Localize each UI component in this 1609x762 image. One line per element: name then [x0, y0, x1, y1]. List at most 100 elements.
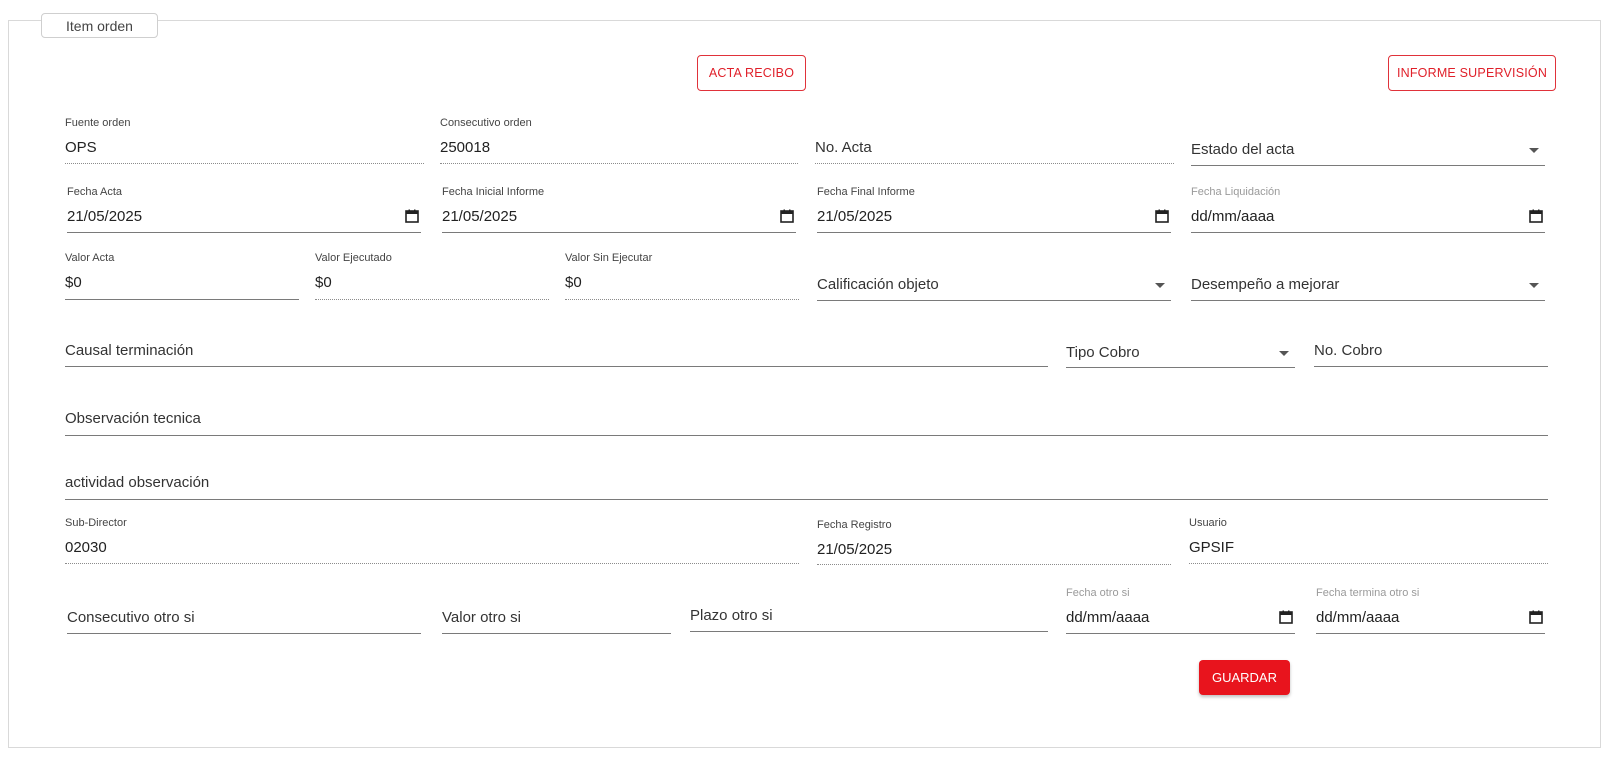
consecutivo-otro-si-field[interactable]: Consecutivo otro si [67, 604, 421, 634]
valor-otro-si-placeholder: Valor otro si [442, 609, 521, 626]
valor-ejecutado-underline [315, 299, 549, 300]
sub-director-value: 02030 [65, 539, 107, 556]
acta-recibo-button[interactable]: ACTA RECIBO [697, 55, 806, 91]
fecha-registro-field[interactable]: Fecha Registro 21/05/2025 [817, 516, 1171, 565]
no-cobro-field[interactable]: No. Cobro [1314, 337, 1548, 367]
fuente-orden-label: Fuente orden [65, 117, 131, 129]
actividad-observacion-field[interactable]: actividad observación [65, 469, 1548, 500]
fecha-inicial-informe-label: Fecha Inicial Informe [442, 186, 545, 198]
calendar-icon[interactable] [1529, 209, 1543, 223]
fecha-final-informe-label: Fecha Final Informe [817, 186, 915, 198]
tipo-cobro-select[interactable]: Tipo Cobro [1066, 339, 1295, 368]
fecha-inicial-informe-value: 21/05/2025 [442, 208, 518, 225]
actividad-observacion-underline [65, 499, 1548, 500]
observacion-tecnica-field[interactable]: Observación tecnica [65, 405, 1548, 436]
fecha-termina-otro-si-value: dd/mm/aaaa [1316, 609, 1400, 626]
valor-acta-value: $0 [65, 274, 82, 291]
causal-terminacion-underline [65, 366, 1048, 367]
sub-director-field[interactable]: Sub-Director 02030 [65, 514, 799, 564]
fecha-inicial-informe-field[interactable]: Fecha Inicial Informe 21/05/2025 [442, 183, 796, 233]
consecutivo-orden-label: Consecutivo orden [440, 117, 532, 129]
valor-ejecutado-value: $0 [315, 274, 332, 291]
tipo-cobro-placeholder: Tipo Cobro [1066, 344, 1140, 361]
plazo-otro-si-placeholder: Plazo otro si [690, 607, 773, 624]
usuario-value: GPSIF [1189, 539, 1235, 556]
consecutivo-otro-si-placeholder: Consecutivo otro si [67, 609, 195, 626]
fuente-orden-underline [65, 163, 424, 164]
consecutivo-orden-field[interactable]: Consecutivo orden 250018 [440, 114, 798, 164]
fecha-otro-si-underline [1066, 633, 1295, 634]
actividad-observacion-placeholder: actividad observación [65, 474, 210, 491]
calendar-icon[interactable] [780, 209, 794, 223]
fuente-orden-value: OPS [65, 139, 97, 156]
calendar-icon[interactable] [1155, 209, 1169, 223]
estado-acta-select[interactable]: Estado del acta [1191, 136, 1545, 166]
no-cobro-underline [1314, 366, 1548, 367]
fecha-otro-si-label: Fecha otro si [1066, 587, 1130, 599]
observacion-tecnica-placeholder: Observación tecnica [65, 410, 201, 427]
chevron-down-icon [1529, 148, 1539, 153]
usuario-field[interactable]: Usuario GPSIF [1189, 514, 1548, 564]
valor-ejecutado-label: Valor Ejecutado [315, 252, 392, 264]
desempeno-mejorar-select[interactable]: Desempeño a mejorar [1191, 271, 1545, 301]
fecha-final-informe-field[interactable]: Fecha Final Informe 21/05/2025 [817, 183, 1171, 233]
fecha-registro-underline [817, 564, 1171, 565]
valor-sin-ejecutar-underline [565, 299, 799, 300]
valor-acta-label: Valor Acta [65, 252, 115, 264]
valor-sin-ejecutar-field[interactable]: Valor Sin Ejecutar $0 [565, 249, 799, 300]
fecha-registro-value: 21/05/2025 [817, 541, 893, 558]
no-acta-placeholder: No. Acta [815, 139, 872, 156]
fecha-inicial-informe-underline [442, 232, 796, 233]
fecha-liquidacion-label: Fecha Liquidación [1191, 186, 1281, 198]
calificacion-objeto-select[interactable]: Calificación objeto [817, 271, 1171, 301]
observacion-tecnica-underline [65, 435, 1548, 436]
chevron-down-icon [1155, 283, 1165, 288]
consecutivo-orden-underline [440, 163, 798, 164]
fieldset-legend: Item orden [41, 13, 158, 38]
fuente-orden-field[interactable]: Fuente orden OPS [65, 114, 424, 164]
fecha-liquidacion-underline [1191, 232, 1545, 233]
valor-acta-field[interactable]: Valor Acta $0 [65, 249, 299, 300]
calendar-icon[interactable] [1279, 610, 1293, 624]
valor-ejecutado-field[interactable]: Valor Ejecutado $0 [315, 249, 549, 300]
fecha-termina-otro-si-label: Fecha termina otro si [1316, 587, 1420, 599]
valor-otro-si-underline [442, 633, 671, 634]
calificacion-objeto-placeholder: Calificación objeto [817, 276, 939, 293]
fecha-final-informe-underline [817, 232, 1171, 233]
valor-sin-ejecutar-label: Valor Sin Ejecutar [565, 252, 653, 264]
fecha-liquidacion-value: dd/mm/aaaa [1191, 208, 1275, 225]
usuario-underline [1189, 563, 1548, 564]
causal-terminacion-field[interactable]: Causal terminación [65, 337, 1048, 367]
informe-supervision-button[interactable]: INFORME SUPERVISIÓN [1388, 55, 1556, 91]
fecha-acta-value: 21/05/2025 [67, 208, 143, 225]
causal-terminacion-placeholder: Causal terminación [65, 342, 194, 359]
consecutivo-otro-si-underline [67, 633, 421, 634]
estado-acta-placeholder: Estado del acta [1191, 141, 1295, 158]
calendar-icon[interactable] [1529, 610, 1543, 624]
no-acta-underline [815, 163, 1174, 164]
guardar-button[interactable]: GUARDAR [1199, 660, 1290, 695]
tipo-cobro-underline [1066, 367, 1295, 368]
fecha-acta-label: Fecha Acta [67, 186, 123, 198]
sub-director-label: Sub-Director [65, 517, 127, 529]
fecha-otro-si-field[interactable]: Fecha otro si dd/mm/aaaa [1066, 584, 1295, 634]
desempeno-mejorar-placeholder: Desempeño a mejorar [1191, 276, 1340, 293]
no-acta-field[interactable]: No. Acta [815, 134, 1174, 164]
calificacion-objeto-underline [817, 300, 1171, 301]
chevron-down-icon [1279, 351, 1289, 356]
fecha-final-informe-value: 21/05/2025 [817, 208, 893, 225]
fecha-registro-label: Fecha Registro [817, 519, 892, 531]
valor-sin-ejecutar-value: $0 [565, 274, 582, 291]
usuario-label: Usuario [1189, 517, 1227, 529]
fecha-otro-si-value: dd/mm/aaaa [1066, 609, 1150, 626]
valor-acta-underline [65, 299, 299, 300]
fecha-acta-field[interactable]: Fecha Acta 21/05/2025 [67, 183, 421, 233]
plazo-otro-si-field[interactable]: Plazo otro si [690, 602, 1048, 632]
valor-otro-si-field[interactable]: Valor otro si [442, 604, 671, 634]
plazo-otro-si-underline [690, 631, 1048, 632]
fecha-liquidacion-field[interactable]: Fecha Liquidación dd/mm/aaaa [1191, 183, 1545, 233]
fecha-acta-underline [67, 232, 421, 233]
desempeno-mejorar-underline [1191, 300, 1545, 301]
fecha-termina-otro-si-field[interactable]: Fecha termina otro si dd/mm/aaaa [1316, 584, 1545, 634]
calendar-icon[interactable] [405, 209, 419, 223]
